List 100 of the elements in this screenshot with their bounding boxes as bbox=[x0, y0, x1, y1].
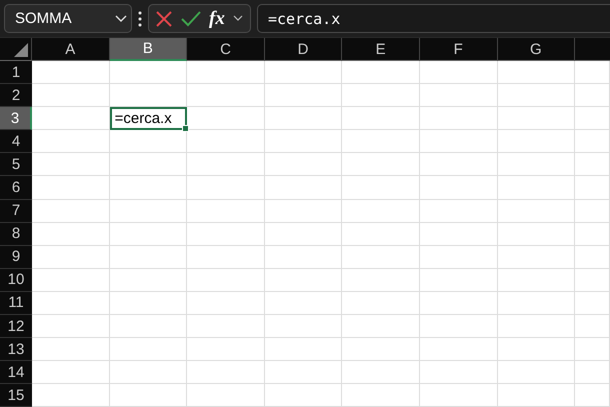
grid-cell[interactable] bbox=[420, 292, 498, 316]
grid-cell[interactable] bbox=[187, 153, 265, 176]
grid-cell[interactable] bbox=[32, 292, 110, 316]
grid-cell[interactable] bbox=[264, 361, 342, 384]
grid-cell[interactable] bbox=[110, 315, 188, 338]
column-header[interactable]: F bbox=[420, 38, 498, 61]
grid-cell[interactable] bbox=[575, 107, 610, 130]
more-options-icon[interactable] bbox=[138, 10, 142, 26]
grid-cell[interactable] bbox=[264, 384, 342, 407]
row-header[interactable]: 3 bbox=[0, 107, 32, 130]
grid-cell[interactable] bbox=[110, 268, 188, 292]
grid-cell[interactable] bbox=[187, 222, 265, 246]
grid-cell[interactable] bbox=[187, 84, 265, 108]
grid-cell[interactable] bbox=[32, 384, 110, 407]
grid-cell[interactable] bbox=[342, 130, 420, 154]
grid-cell[interactable] bbox=[498, 176, 576, 200]
grid-cell[interactable] bbox=[110, 200, 188, 223]
grid-cell[interactable] bbox=[575, 61, 610, 84]
grid-cell[interactable] bbox=[264, 222, 342, 246]
grid-cell[interactable] bbox=[32, 176, 110, 200]
grid-cell[interactable] bbox=[498, 130, 576, 154]
grid-cell[interactable] bbox=[187, 176, 265, 200]
chevron-down-icon[interactable] bbox=[232, 15, 243, 22]
grid-cell[interactable] bbox=[575, 338, 610, 362]
row-header[interactable]: 4 bbox=[0, 130, 32, 154]
grid-cell[interactable] bbox=[420, 153, 498, 176]
grid-cell[interactable] bbox=[187, 130, 265, 154]
name-box[interactable]: SOMMA bbox=[4, 4, 132, 33]
grid-cell[interactable] bbox=[110, 61, 188, 84]
grid-cell[interactable] bbox=[498, 107, 576, 130]
grid-cell[interactable] bbox=[498, 338, 576, 362]
grid-cell[interactable] bbox=[420, 361, 498, 384]
grid-cell[interactable] bbox=[342, 268, 420, 292]
grid-cell[interactable] bbox=[264, 61, 342, 84]
grid-cell[interactable] bbox=[264, 176, 342, 200]
grid-cell[interactable] bbox=[264, 292, 342, 316]
column-header[interactable]: E bbox=[342, 38, 420, 61]
grid-cell[interactable] bbox=[575, 153, 610, 176]
grid-cell[interactable] bbox=[264, 107, 342, 130]
grid-cell[interactable] bbox=[342, 200, 420, 223]
grid-cell[interactable] bbox=[264, 84, 342, 108]
grid-cell[interactable] bbox=[342, 292, 420, 316]
grid-cell[interactable] bbox=[32, 130, 110, 154]
grid-cell[interactable] bbox=[420, 268, 498, 292]
cancel-icon[interactable] bbox=[155, 10, 173, 28]
grid-cell[interactable] bbox=[575, 384, 610, 407]
grid-cell[interactable] bbox=[498, 222, 576, 246]
checkmark-icon[interactable] bbox=[181, 10, 201, 26]
grid-cell[interactable] bbox=[420, 384, 498, 407]
row-header[interactable]: 9 bbox=[0, 246, 32, 269]
grid-cell[interactable] bbox=[575, 130, 610, 154]
row-header[interactable]: 1 bbox=[0, 61, 32, 84]
row-header[interactable]: 8 bbox=[0, 222, 32, 246]
grid-cell[interactable] bbox=[420, 61, 498, 84]
grid-cell[interactable] bbox=[32, 361, 110, 384]
grid-cell[interactable] bbox=[498, 292, 576, 316]
grid-cell[interactable] bbox=[342, 384, 420, 407]
grid-cell[interactable] bbox=[264, 268, 342, 292]
grid-cell[interactable] bbox=[420, 84, 498, 108]
grid-cell[interactable] bbox=[187, 268, 265, 292]
grid-cell[interactable] bbox=[498, 361, 576, 384]
column-header[interactable]: G bbox=[498, 38, 576, 61]
formula-bar[interactable]: =cerca.x bbox=[257, 4, 610, 33]
grid-cell[interactable] bbox=[264, 200, 342, 223]
grid-cell[interactable] bbox=[187, 361, 265, 384]
row-header[interactable]: 2 bbox=[0, 84, 32, 108]
grid-cell[interactable] bbox=[342, 107, 420, 130]
grid-cell[interactable] bbox=[575, 268, 610, 292]
grid-cell[interactable] bbox=[32, 84, 110, 108]
row-header[interactable]: 6 bbox=[0, 176, 32, 200]
grid-cell[interactable] bbox=[110, 130, 188, 154]
grid-cell[interactable] bbox=[110, 176, 188, 200]
row-header[interactable]: 5 bbox=[0, 153, 32, 176]
grid-cell[interactable] bbox=[110, 384, 188, 407]
grid-cell[interactable] bbox=[110, 222, 188, 246]
grid-cell[interactable] bbox=[187, 384, 265, 407]
grid-cell[interactable] bbox=[32, 338, 110, 362]
row-header[interactable]: 11 bbox=[0, 292, 32, 316]
grid-cell[interactable] bbox=[498, 268, 576, 292]
select-all-button[interactable] bbox=[0, 38, 32, 61]
grid-cell[interactable] bbox=[420, 246, 498, 269]
grid-cell[interactable] bbox=[342, 246, 420, 269]
grid-cell[interactable] bbox=[187, 246, 265, 269]
grid-cell[interactable] bbox=[264, 315, 342, 338]
grid-cell[interactable] bbox=[420, 176, 498, 200]
fill-handle[interactable] bbox=[182, 125, 190, 132]
grid-cell[interactable] bbox=[575, 84, 610, 108]
column-header[interactable]: A bbox=[32, 38, 110, 61]
insert-function-button[interactable]: fx bbox=[209, 8, 225, 30]
grid-cell[interactable] bbox=[32, 315, 110, 338]
column-header[interactable] bbox=[575, 38, 610, 61]
grid-cell[interactable] bbox=[575, 222, 610, 246]
grid-cell[interactable] bbox=[110, 153, 188, 176]
grid-cell[interactable] bbox=[498, 84, 576, 108]
grid-cell[interactable] bbox=[32, 246, 110, 269]
grid-cell[interactable] bbox=[342, 176, 420, 200]
grid-cell[interactable] bbox=[187, 107, 265, 130]
grid-cell[interactable] bbox=[110, 361, 188, 384]
grid-cell[interactable] bbox=[420, 315, 498, 338]
grid-cell[interactable] bbox=[575, 176, 610, 200]
